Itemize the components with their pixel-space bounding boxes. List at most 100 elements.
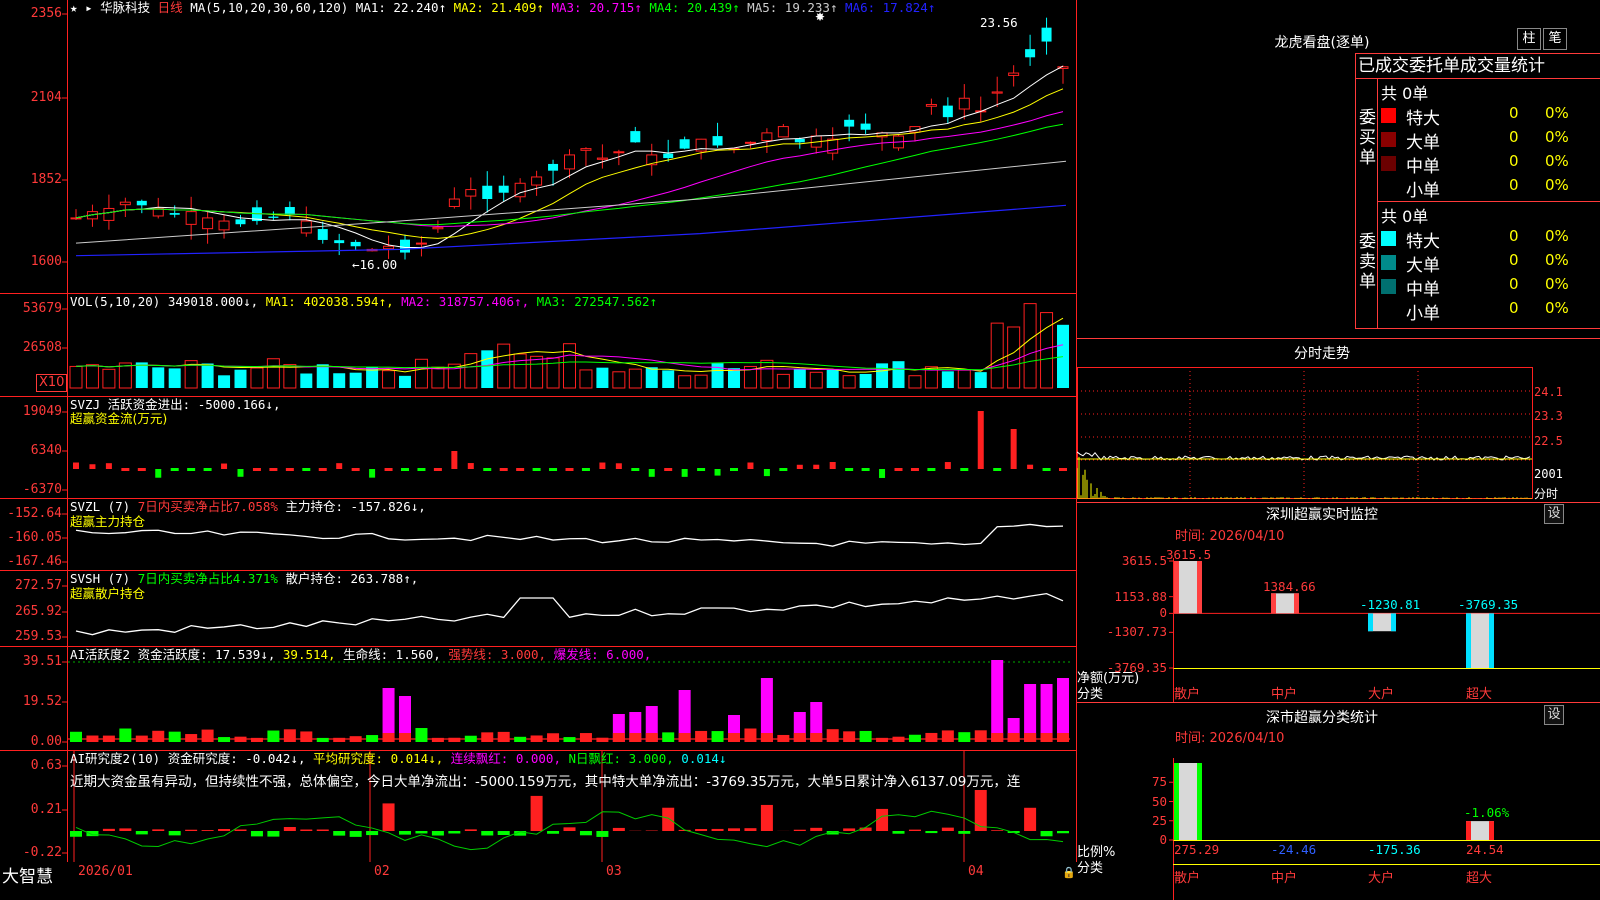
research-bar <box>152 829 165 831</box>
ma-number-5: 19.233↑ <box>777 0 846 15</box>
monitor-value-label: 3615.5 <box>1166 547 1212 562</box>
candle-body <box>448 198 460 207</box>
ma-value-5: MA5: <box>747 0 778 15</box>
order-type-label: 小单 <box>1406 304 1440 324</box>
candle-body <box>317 229 328 240</box>
candle-body <box>958 97 970 110</box>
order-type-label: 小单 <box>1406 181 1440 201</box>
flow-bar <box>351 468 360 471</box>
monitor-bar-edge <box>1466 613 1471 668</box>
classify-value-label: 24.54 <box>1466 842 1504 857</box>
vol-unit-box: X10 <box>36 374 68 392</box>
y-tick-label: 0.63 <box>30 758 62 773</box>
y-tick-label: -0.22 <box>22 845 62 860</box>
flow-bar <box>483 468 492 471</box>
order-count: 0 <box>1509 251 1519 269</box>
flow-bar <box>269 468 278 471</box>
volume-bar <box>168 368 181 388</box>
candle-body <box>415 242 427 245</box>
volume-bar <box>1023 303 1037 389</box>
activity-base <box>1040 733 1053 742</box>
bar-mode-button[interactable]: 柱 <box>1517 28 1541 50</box>
activity-bar <box>185 734 198 742</box>
order-color-swatch <box>1381 156 1396 171</box>
candle-body <box>103 207 115 221</box>
activity-bar <box>135 735 148 742</box>
volume-bar <box>957 369 971 389</box>
flow-bar <box>252 468 261 471</box>
intraday-y-label: 24.1 <box>1534 385 1563 399</box>
tab-executed[interactable]: 已成交 <box>1358 56 1409 76</box>
research-bar <box>497 831 510 836</box>
tab-volume-stats[interactable]: 成交量统计 <box>1460 56 1545 76</box>
period-label[interactable]: 日线 <box>158 0 183 15</box>
sell-side-label: 委卖单 <box>1359 232 1376 292</box>
flow-bar <box>73 462 79 469</box>
candle-body <box>596 157 608 160</box>
buy-side-label: 委买单 <box>1359 108 1376 168</box>
activity-base <box>810 733 823 742</box>
volume-bar <box>662 370 675 388</box>
left-chart-area[interactable]: ★ ▸ 华脉科技 日线 MA(5,10,20,30,60,120) MA1: 2… <box>0 0 1077 887</box>
activity-bar <box>892 736 905 742</box>
activity-bar <box>102 735 115 742</box>
volume-bar <box>102 368 116 389</box>
research-bar <box>695 829 708 831</box>
activity-bar <box>168 731 181 742</box>
activity-bar <box>448 737 461 742</box>
classify-y-label: 0 <box>1159 832 1167 847</box>
tab-orders[interactable]: 委托单 <box>1409 56 1460 76</box>
research-bar <box>612 827 625 831</box>
svzj-subtitle: 超赢资金流(万元) <box>70 411 168 426</box>
activity-bar <box>333 737 346 742</box>
activity-bar <box>908 734 921 742</box>
candle-body <box>531 176 543 186</box>
candle-body <box>383 245 395 250</box>
activity-bar <box>415 728 428 742</box>
intraday-panel[interactable]: 分时走势 24.1 23.3 22.5 2001 分时 <box>1077 338 1600 502</box>
tick-mode-button[interactable]: 笔 <box>1543 28 1567 50</box>
classify-value-label: -175.36 <box>1368 842 1421 857</box>
flow-bar <box>714 469 721 476</box>
volume-bar <box>1057 324 1069 388</box>
y-tick-label: 1852 <box>30 172 62 187</box>
activity-bar <box>283 729 296 742</box>
monitor-bar <box>1271 593 1299 614</box>
classify-category-label: 中户 <box>1271 871 1298 886</box>
research-bar <box>119 828 132 831</box>
candle-body <box>70 217 82 220</box>
flow-bar <box>829 462 836 469</box>
kline-chart-canvas[interactable] <box>0 0 1077 862</box>
order-count: 0 <box>1509 275 1519 293</box>
intraday-y-label: 2001 <box>1534 467 1563 481</box>
flow-bar <box>318 468 327 471</box>
volume-bar <box>859 373 872 388</box>
candle-body <box>400 239 410 253</box>
ai-comment-text: 近期大资金虽有异动，但持续性不强，总体偏空，今日大单净流出：-5000.159万… <box>70 774 1021 790</box>
research-bar <box>843 828 856 831</box>
ma-value-1: MA1: <box>355 0 386 15</box>
flow-bar <box>237 469 244 477</box>
monitor-bar-edge <box>1489 613 1494 668</box>
ma-number-1: 22.240↑ <box>385 0 454 15</box>
svzj-header: SVZJ 活跃资金进出: -5000.166↓, <box>70 397 281 412</box>
order-pct: 0% <box>1545 299 1569 317</box>
volume-bar <box>612 371 626 389</box>
volume-bar <box>563 343 576 389</box>
candle-body <box>1008 72 1020 76</box>
flow-bar <box>170 468 179 471</box>
research-bar <box>563 827 576 831</box>
activity-base <box>728 733 740 742</box>
candle-body <box>350 241 361 247</box>
research-bar <box>168 831 181 836</box>
monitor-bar-edge <box>1271 593 1276 614</box>
volume-bar <box>1007 326 1021 389</box>
activity-bar <box>431 737 444 742</box>
research-bar <box>201 830 214 831</box>
classify-top-label: -1.06% <box>1464 805 1510 821</box>
y-tick-label: 0.00 <box>30 734 62 749</box>
activity-bar <box>366 735 379 742</box>
classify-category-label: 大户 <box>1368 871 1395 886</box>
volume-bar <box>69 365 83 389</box>
candle-body <box>630 131 641 143</box>
